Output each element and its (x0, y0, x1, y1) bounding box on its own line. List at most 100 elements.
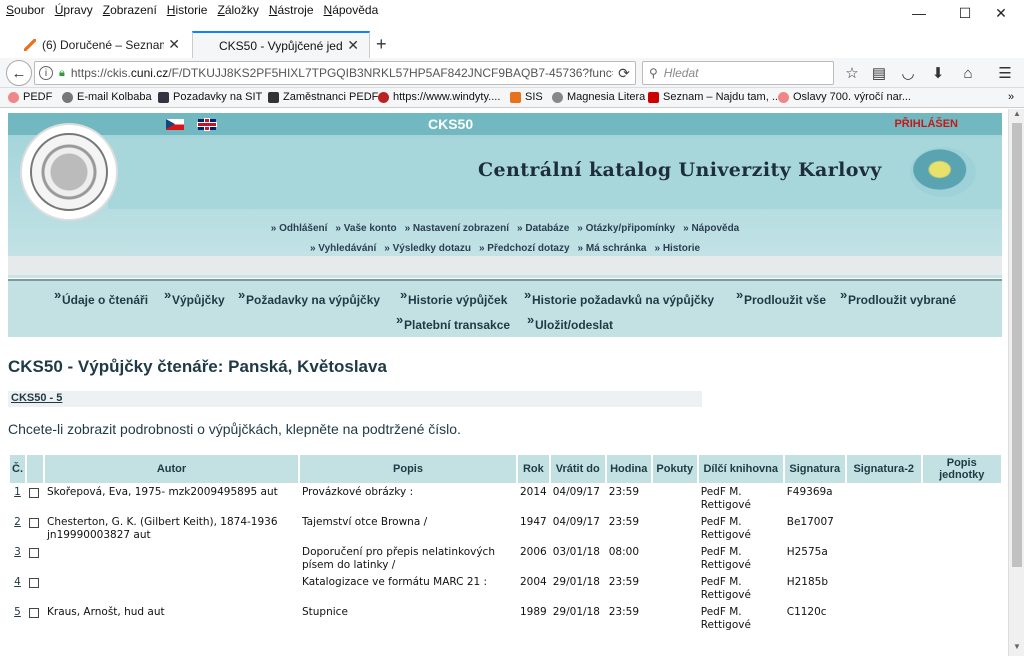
pocket-icon[interactable]: ◡ (896, 62, 920, 84)
seznam-favicon-icon (24, 38, 36, 51)
cell-popis: Stupnice (300, 605, 516, 633)
nav-vase-konto[interactable]: » Vaše konto (335, 223, 396, 234)
bookmark-pedf[interactable]: PEDF (8, 91, 52, 103)
bookmark-zamestnanci[interactable]: Zaměstnanci PEDF (268, 91, 378, 103)
cell-select (27, 545, 43, 573)
cell-autor (45, 545, 298, 573)
menu-nastroje[interactable]: Nástroje (269, 3, 314, 17)
bookmark-icon (778, 91, 789, 103)
bookmark-magnesia[interactable]: Magnesia Litera (552, 91, 645, 103)
nav-predchozi[interactable]: » Předchozí dotazy (479, 243, 570, 254)
col-rok: Rok (518, 455, 549, 483)
hamburger-menu-icon[interactable]: ☰ (993, 62, 1017, 84)
loan-detail-link[interactable]: 4 (14, 576, 21, 588)
breadcrumb-link[interactable]: CKS50 - 5 (11, 392, 62, 404)
czech-flag-icon[interactable] (166, 119, 184, 130)
top-nav-row1: » Odhlášení » Vaše konto » Nastavení zob… (8, 217, 1002, 239)
link-ulozit-odeslat[interactable]: Uložit/odeslat (527, 312, 613, 332)
close-tab-icon[interactable]: ✕ (168, 36, 180, 53)
nav-schranka[interactable]: » Má schránka (578, 243, 647, 254)
nav-vysledky[interactable]: » Výsledky dotazu (384, 243, 471, 254)
nav-napoveda[interactable]: » Nápověda (683, 223, 739, 234)
cell-popis: Tajemství otce Browna / (300, 515, 516, 543)
nav-databaze[interactable]: » Databáze (517, 223, 569, 234)
link-historie-pozadavku[interactable]: Historie požadavků na výpůjčky (524, 287, 714, 307)
nav-odhlaseni[interactable]: » Odhlášení (271, 223, 328, 234)
close-window-button[interactable]: ✕ (982, 2, 1020, 24)
select-checkbox[interactable] (29, 488, 39, 498)
reload-icon[interactable]: ⟳ (613, 65, 635, 82)
link-udaje-ctenari[interactable]: Údaje o čtenáři (54, 287, 148, 307)
table-row: 5 Kraus, Arnošt, hud aut Stupnice 1989 29/01… (10, 605, 1001, 633)
page-content: CKS50 PŘIHLÁŠEN Centrální katalog Univer… (0, 109, 1008, 656)
select-checkbox[interactable] (29, 548, 39, 558)
menu-soubor[interactable]: Soubor (6, 3, 45, 17)
minimize-button[interactable]: — (900, 2, 938, 24)
link-prodlouzit-vybrane[interactable]: Prodloužit vybrané (840, 287, 956, 307)
bookmark-seznam[interactable]: Seznam – Najdu tam, ... (648, 91, 781, 103)
url-bar[interactable]: i 🔒︎ https://ckis.cuni.cz/F/DTKUJJ8KS2PF… (34, 61, 636, 85)
cell-popis: Katalogizace ve formátu MARC 21 : (300, 575, 516, 603)
link-prodlouzit-vse[interactable]: Prodloužit vše (736, 287, 826, 307)
search-input[interactable]: ⚲ Hledat (642, 61, 834, 85)
cell-pokuty (652, 485, 697, 513)
scroll-up-icon[interactable]: ▲ (1009, 109, 1024, 123)
select-checkbox[interactable] (29, 608, 39, 618)
maximize-button[interactable]: ☐ (946, 2, 984, 24)
bookmark-sis[interactable]: SIS (510, 91, 543, 103)
back-arrow-icon: ← (11, 64, 27, 82)
col-vratit: Vrátit do (550, 455, 605, 483)
loan-detail-link[interactable]: 5 (14, 606, 21, 618)
loan-detail-link[interactable]: 3 (14, 546, 21, 558)
uk-flag-icon[interactable] (198, 119, 216, 130)
tab-email[interactable]: (6) Doručené – Seznam Ema ✕ (14, 31, 190, 58)
info-icon[interactable]: i (39, 66, 53, 80)
scrollbar-thumb[interactable] (1012, 123, 1022, 567)
new-tab-button[interactable]: + (376, 34, 387, 55)
bookmarks-overflow-icon[interactable]: » (1008, 91, 1014, 103)
select-checkbox[interactable] (29, 518, 39, 528)
menu-zobrazeni[interactable]: Zobrazení (103, 3, 157, 17)
select-checkbox[interactable] (29, 578, 39, 588)
nav-otazky[interactable]: » Otázky/připomínky (577, 223, 675, 234)
bookmark-oslavy[interactable]: Oslavy 700. výročí nar... (778, 91, 911, 103)
menu-historie[interactable]: Historie (167, 3, 208, 17)
download-icon[interactable]: ⬇ (926, 62, 950, 84)
seznam-icon (648, 91, 659, 103)
loan-detail-link[interactable]: 1 (14, 486, 21, 498)
cell-cislo: 1 (10, 485, 25, 513)
nav-vyhledavani[interactable]: » Vyhledávání (310, 243, 376, 254)
site-code-title: CKS50 (428, 116, 474, 132)
reading-list-icon[interactable]: ▤ (867, 62, 891, 84)
nav-historie[interactable]: » Historie (654, 243, 700, 254)
link-vypujcky[interactable]: Výpůjčky (164, 287, 225, 307)
lock-icon: 🔒︎ (59, 66, 65, 79)
breadcrumb: CKS50 - 5 (8, 391, 702, 407)
table-header-row: Č. Autor Popis Rok Vrátit do Hodina Poku… (10, 455, 1001, 483)
col-knihovna: Dílčí knihovna (698, 455, 783, 483)
page-scrollbar[interactable]: ▲ ▼ (1008, 109, 1024, 656)
menu-zalozky[interactable]: Záložky (217, 3, 258, 17)
menu-napoveda[interactable]: Nápověda (324, 3, 379, 17)
bookmark-email-kolbaba[interactable]: E-mail Kolbaba (62, 91, 152, 103)
bookmark-pozadavky-sit[interactable]: Pozadavky na SIT (158, 91, 262, 103)
header-band (8, 255, 1002, 275)
table-row: 4 Katalogizace ve formátu MARC 21 :2004 29… (10, 575, 1001, 603)
nav-nastaveni[interactable]: » Nastavení zobrazení (405, 223, 509, 234)
loans-table: Č. Autor Popis Rok Vrátit do Hodina Poku… (8, 453, 1003, 635)
link-platebni-transakce[interactable]: Platební transakce (396, 312, 510, 332)
tab-cks50[interactable]: CKS50 - Vypůjčené jednotky ✕ (192, 31, 370, 58)
col-select (27, 455, 43, 483)
home-icon[interactable]: ⌂ (956, 62, 980, 84)
cell-signatura2 (846, 515, 921, 543)
menu-upravy[interactable]: Úpravy (55, 3, 93, 17)
bookmark-windyty[interactable]: https://www.windyty.... (378, 91, 500, 103)
tab-title: (6) Doručené – Seznam Ema (42, 37, 164, 52)
loan-detail-link[interactable]: 2 (14, 516, 21, 528)
back-button[interactable]: ← (6, 60, 32, 86)
bookmark-star-icon[interactable]: ☆ (840, 62, 864, 84)
close-tab-icon[interactable]: ✕ (347, 37, 359, 54)
scroll-down-icon[interactable]: ▼ (1009, 642, 1024, 656)
link-pozadavky[interactable]: Požadavky na výpůjčky (238, 287, 380, 307)
link-historie-vypujcek[interactable]: Historie výpůjček (400, 287, 507, 307)
